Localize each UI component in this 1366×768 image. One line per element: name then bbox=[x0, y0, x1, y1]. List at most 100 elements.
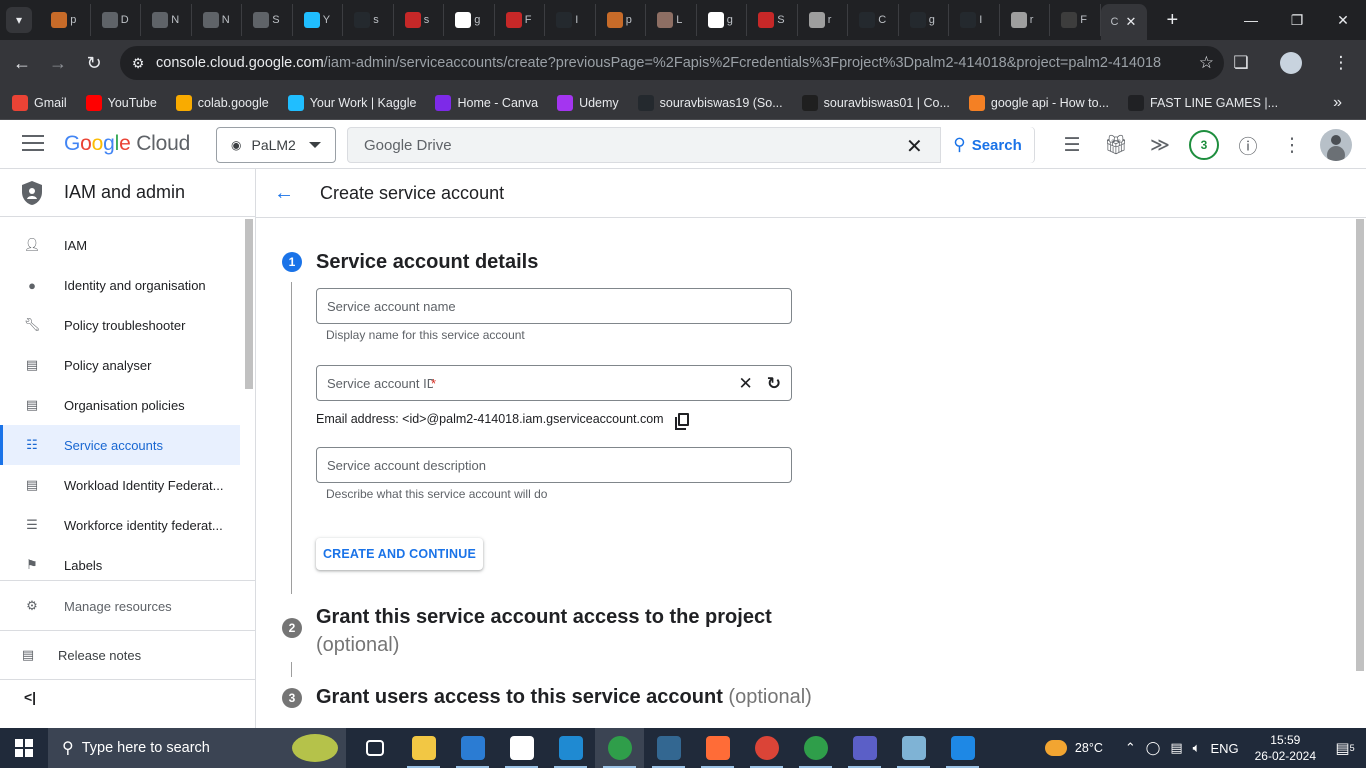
browser-tab[interactable]: r bbox=[798, 4, 848, 36]
minimize-button[interactable]: — bbox=[1228, 0, 1274, 40]
browser-tab[interactable]: I bbox=[949, 4, 1000, 36]
more-options-icon[interactable]: ⋮ bbox=[1270, 129, 1314, 161]
taskbar-app[interactable] bbox=[791, 728, 840, 768]
bookmark-item[interactable]: Udemy bbox=[557, 94, 619, 111]
profile-avatar[interactable] bbox=[1280, 52, 1302, 74]
collapse-sidebar-icon[interactable]: <| bbox=[24, 689, 36, 705]
sidebar-item-service-accounts[interactable]: ☷ Service accounts bbox=[0, 425, 240, 465]
browser-tab[interactable]: p bbox=[40, 4, 91, 36]
taskbar-app[interactable] bbox=[350, 728, 399, 768]
browser-tab[interactable]: s bbox=[394, 4, 444, 36]
bookmark-item[interactable]: YouTube bbox=[85, 94, 157, 111]
service-account-id-input[interactable] bbox=[327, 375, 433, 391]
sidebar-item-policy-analyser[interactable]: ▤ Policy analyser bbox=[0, 345, 240, 385]
browser-tab[interactable]: I bbox=[545, 4, 596, 36]
browser-tab[interactable]: C bbox=[848, 4, 899, 36]
bookmark-star-icon[interactable]: ☆ bbox=[1199, 53, 1214, 73]
copy-icon[interactable] bbox=[674, 412, 689, 430]
gift-icon[interactable]: 🎁︎ bbox=[1094, 129, 1138, 161]
volume-icon[interactable]: 🔈︎ bbox=[1193, 740, 1201, 756]
taskbar-app[interactable] bbox=[546, 728, 595, 768]
bookmark-item[interactable]: souravbiswas01 | Co... bbox=[801, 94, 950, 111]
service-account-description-input[interactable] bbox=[327, 457, 707, 473]
help-icon[interactable]: ⓘ bbox=[1226, 129, 1270, 161]
browser-tab[interactable]: L bbox=[646, 4, 697, 36]
taskbar-app[interactable] bbox=[448, 728, 497, 768]
taskbar-app[interactable] bbox=[497, 728, 546, 768]
notes-icon[interactable]: ☰ bbox=[1050, 129, 1094, 161]
browser-menu-icon[interactable]: ⋮ bbox=[1316, 53, 1366, 73]
reload-button[interactable]: ↻ bbox=[76, 45, 112, 81]
sidebar-item-organisation-policies[interactable]: ▤ Organisation policies bbox=[0, 385, 240, 425]
browser-tab[interactable]: S bbox=[747, 4, 798, 36]
regenerate-id-icon[interactable]: ↻ bbox=[767, 374, 781, 394]
taskbar-app[interactable] bbox=[742, 728, 791, 768]
notifications-button[interactable]: 3 bbox=[1182, 129, 1226, 161]
bookmark-item[interactable]: Gmail bbox=[12, 94, 67, 111]
search-button[interactable]: ⚲ Search bbox=[940, 127, 1034, 163]
sidebar-item-release-notes[interactable]: ▤ Release notes bbox=[0, 635, 255, 675]
bookmark-item[interactable]: colab.google bbox=[175, 94, 269, 111]
google-cloud-logo[interactable]: Google Cloud bbox=[64, 132, 190, 156]
more-bookmarks-icon[interactable]: » bbox=[1333, 94, 1342, 112]
step-2-title[interactable]: Grant this service account access to the… bbox=[316, 603, 772, 659]
bookmark-item[interactable]: FAST LINE GAMES |... bbox=[1128, 94, 1278, 111]
back-button[interactable]: ← bbox=[4, 45, 40, 81]
extensions-icon[interactable]: ❏ bbox=[1216, 53, 1266, 73]
user-avatar[interactable] bbox=[1320, 129, 1352, 161]
clear-search-icon[interactable]: ✕ bbox=[906, 134, 923, 159]
clock[interactable]: 15:59 26-02-2024 bbox=[1255, 732, 1316, 764]
back-arrow-icon[interactable]: ← bbox=[274, 182, 298, 205]
main-menu-icon[interactable] bbox=[22, 135, 44, 156]
service-account-name-input[interactable] bbox=[327, 298, 707, 314]
sidebar-item-iam[interactable]: 👤︎ IAM bbox=[0, 225, 240, 265]
main-scrollbar[interactable] bbox=[1356, 219, 1364, 671]
weather-widget[interactable]: 28°C bbox=[1044, 740, 1103, 756]
taskbar-app[interactable] bbox=[938, 728, 987, 768]
browser-tab[interactable]: s bbox=[343, 4, 394, 36]
taskbar-app[interactable] bbox=[889, 728, 938, 768]
restore-button[interactable]: ❐ bbox=[1274, 0, 1320, 40]
taskbar-app[interactable] bbox=[595, 728, 644, 768]
network-icon[interactable]: ▤ bbox=[1170, 740, 1182, 756]
project-selector[interactable]: ◉ PaLM2 bbox=[216, 127, 336, 163]
taskbar-app[interactable] bbox=[644, 728, 693, 768]
sidebar-item-workload-identity-federat[interactable]: ▤ Workload Identity Federat... bbox=[0, 465, 240, 505]
bookmark-item[interactable]: google api - How to... bbox=[968, 94, 1109, 111]
taskbar-app[interactable] bbox=[840, 728, 889, 768]
step-3-title[interactable]: Grant users access to this service accou… bbox=[316, 686, 812, 709]
windows-start-button[interactable] bbox=[0, 728, 48, 768]
sidebar-item-workforce-identity-federat[interactable]: ☰ Workforce identity federat... bbox=[0, 505, 240, 545]
browser-tab[interactable]: N bbox=[192, 4, 242, 36]
browser-tab[interactable]: S bbox=[242, 4, 293, 36]
forward-button[interactable]: → bbox=[40, 45, 76, 81]
show-hidden-icons-icon[interactable]: ⌃ bbox=[1125, 740, 1136, 756]
browser-tab[interactable]: g bbox=[444, 4, 495, 36]
browser-tab[interactable]: F bbox=[1050, 4, 1101, 36]
meet-now-icon[interactable]: ◯ bbox=[1146, 740, 1161, 756]
sidebar-scrollbar[interactable] bbox=[245, 219, 253, 389]
close-window-button[interactable]: ✕ bbox=[1320, 0, 1366, 40]
sidebar-item-labels[interactable]: ⚑ Labels bbox=[0, 545, 240, 585]
sidebar-item-identity-and-organisation[interactable]: ● Identity and organisation bbox=[0, 265, 240, 305]
close-tab-icon[interactable]: ✕ bbox=[1126, 14, 1137, 30]
bookmark-item[interactable]: Your Work | Kaggle bbox=[287, 94, 416, 111]
notification-center-icon[interactable]: ▤ 5 bbox=[1330, 739, 1360, 757]
language-indicator[interactable]: ENG bbox=[1210, 741, 1238, 756]
browser-tab[interactable]: g bbox=[697, 4, 747, 36]
cloud-shell-icon[interactable]: ≫ bbox=[1138, 129, 1182, 161]
address-bar[interactable]: ⚙ console.cloud.google.com/iam-admin/ser… bbox=[120, 46, 1224, 80]
browser-tab[interactable]: p bbox=[596, 4, 646, 36]
browser-tab-active[interactable]: C ✕ bbox=[1100, 4, 1147, 40]
browser-tab[interactable]: r bbox=[1000, 4, 1050, 36]
bookmark-item[interactable]: souravbiswas19 (So... bbox=[637, 94, 783, 111]
browser-tab[interactable]: Y bbox=[293, 4, 343, 36]
bookmark-item[interactable]: Home - Canva bbox=[435, 94, 538, 111]
browser-tab[interactable]: F bbox=[495, 4, 545, 36]
browser-tab[interactable]: g bbox=[899, 4, 949, 36]
browser-tab[interactable]: N bbox=[141, 4, 192, 36]
new-tab-button[interactable]: + bbox=[1167, 9, 1179, 32]
search-input[interactable] bbox=[364, 136, 884, 154]
taskbar-app[interactable] bbox=[399, 728, 448, 768]
tab-search-button[interactable]: ▾ bbox=[6, 7, 32, 33]
